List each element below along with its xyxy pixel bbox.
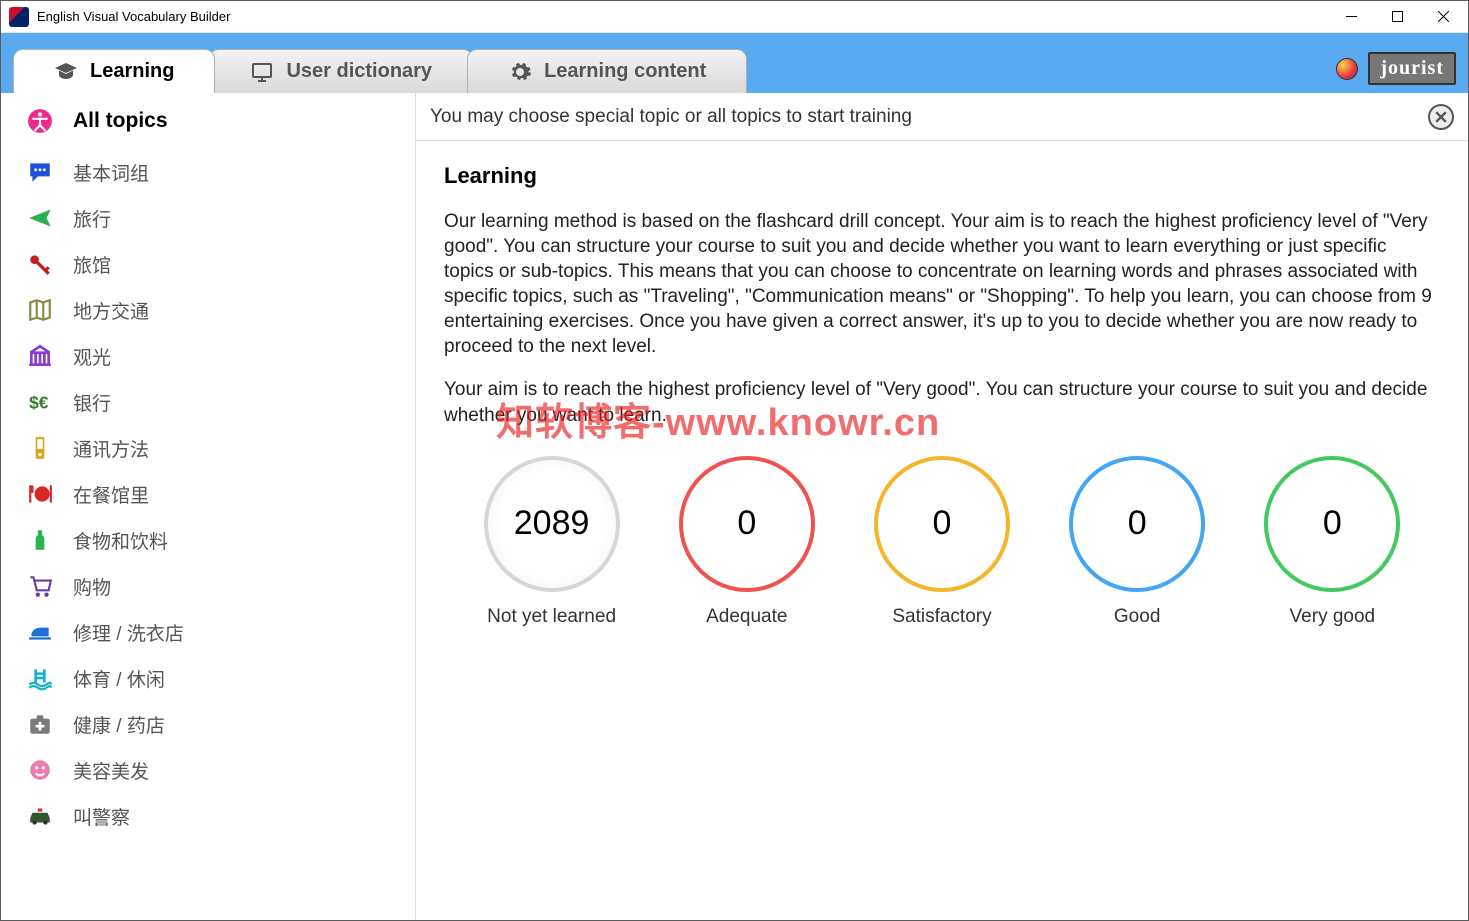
app-icon — [9, 7, 29, 27]
monitor-icon — [250, 60, 274, 84]
minimize-button[interactable] — [1328, 2, 1374, 32]
sidebar-item-label: 修理 / 洗衣店 — [73, 619, 184, 646]
tab-label: Learning content — [544, 60, 706, 83]
brand-badge-icon — [1336, 58, 1358, 80]
topic-sidebar[interactable]: All topics 基本词组旅行旅馆地方交通观光 $€ 银行通讯方法在餐馆里食物和饮… — [1, 93, 416, 920]
sidebar-item-label: 地方交通 — [73, 297, 149, 324]
police-car-icon — [25, 801, 55, 831]
stat-not-yet-learned[interactable]: 2089 Not yet learned — [484, 456, 620, 628]
sidebar-item-label: 美容美发 — [73, 757, 149, 784]
airplane-icon — [25, 203, 55, 233]
stat-adequate[interactable]: 0 Adequate — [679, 456, 815, 628]
sidebar-item-label: 旅馆 — [73, 251, 111, 278]
cutlery-icon — [25, 479, 55, 509]
sidebar-item-6[interactable]: $€ 银行 — [1, 379, 415, 425]
brand-logo[interactable]: jourist — [1368, 52, 1456, 85]
sidebar-item-label: All topics — [73, 109, 168, 133]
stat-label: Not yet learned — [487, 606, 616, 628]
sidebar-item-9[interactable]: 食物和饮料 — [1, 517, 415, 563]
sidebar-item-8[interactable]: 在餐馆里 — [1, 471, 415, 517]
sidebar-item-label: 购物 — [73, 573, 111, 600]
sidebar-item-label: 体育 / 休闲 — [73, 665, 165, 692]
sidebar-item-13[interactable]: 健康 / 药店 — [1, 701, 415, 747]
sidebar-item-3[interactable]: 旅馆 — [1, 241, 415, 287]
brand-area: jourist — [1336, 52, 1456, 93]
stat-value: 0 — [1264, 456, 1400, 592]
stat-label: Adequate — [706, 606, 787, 628]
content-area: Learning Our learning method is based on… — [416, 141, 1468, 650]
sidebar-item-label: 食物和饮料 — [73, 527, 168, 554]
tab-label: User dictionary — [286, 60, 432, 83]
accessibility-icon — [25, 106, 55, 136]
tab-label: Learning — [90, 60, 174, 83]
map-icon — [25, 295, 55, 325]
stat-satisfactory[interactable]: 0 Satisfactory — [874, 456, 1010, 628]
app-window: English Visual Vocabulary Builder Learni… — [0, 0, 1469, 921]
bottle-icon — [25, 525, 55, 555]
phone-icon — [25, 433, 55, 463]
tab-learning-content[interactable]: Learning content — [467, 49, 747, 93]
sidebar-item-label: 在餐馆里 — [73, 481, 149, 508]
stat-label: Good — [1114, 606, 1160, 628]
sidebar-item-7[interactable]: 通讯方法 — [1, 425, 415, 471]
currency-icon: $€ — [25, 387, 55, 417]
svg-text:$€: $€ — [29, 393, 49, 413]
sidebar-item-11[interactable]: 修理 / 洗衣店 — [1, 609, 415, 655]
pool-icon — [25, 663, 55, 693]
cart-icon — [25, 571, 55, 601]
stat-value: 0 — [874, 456, 1010, 592]
iron-icon — [25, 617, 55, 647]
body: All topics 基本词组旅行旅馆地方交通观光 $€ 银行通讯方法在餐馆里食物和饮… — [1, 93, 1468, 920]
sidebar-item-0[interactable]: All topics — [1, 93, 415, 149]
stats-row: 2089 Not yet learned 0 Adequate 0 Satisf… — [444, 456, 1440, 628]
sidebar-item-2[interactable]: 旅行 — [1, 195, 415, 241]
stat-good[interactable]: 0 Good — [1069, 456, 1205, 628]
sidebar-item-label: 基本词组 — [73, 159, 149, 186]
hint-bar: You may choose special topic or all topi… — [416, 93, 1468, 141]
main-panel: You may choose special topic or all topi… — [416, 93, 1468, 920]
stat-very-good[interactable]: 0 Very good — [1264, 456, 1400, 628]
sidebar-item-label: 观光 — [73, 343, 111, 370]
gear-icon — [508, 60, 532, 84]
sidebar-item-label: 通讯方法 — [73, 435, 149, 462]
sidebar-item-10[interactable]: 购物 — [1, 563, 415, 609]
close-button[interactable] — [1420, 2, 1466, 32]
stat-label: Very good — [1290, 606, 1376, 628]
tab-learning[interactable]: Learning — [13, 49, 215, 93]
stat-label: Satisfactory — [892, 606, 991, 628]
sidebar-item-label: 叫警察 — [73, 803, 130, 830]
sidebar-item-4[interactable]: 地方交通 — [1, 287, 415, 333]
stat-value: 0 — [679, 456, 815, 592]
sidebar-item-label: 银行 — [73, 389, 111, 416]
tab-strip: Learning User dictionary Learning conten… — [1, 33, 1468, 93]
speech-bubble-icon — [25, 157, 55, 187]
sidebar-item-14[interactable]: 美容美发 — [1, 747, 415, 793]
tab-user-dictionary[interactable]: User dictionary — [209, 49, 473, 93]
temple-icon — [25, 341, 55, 371]
content-paragraph-2: Your aim is to reach the highest profici… — [444, 377, 1440, 427]
hint-text: You may choose special topic or all topi… — [430, 106, 912, 128]
graduation-cap-icon — [54, 60, 78, 84]
keys-icon — [25, 249, 55, 279]
content-paragraph-1: Our learning method is based on the flas… — [444, 209, 1440, 359]
sidebar-item-label: 健康 / 药店 — [73, 711, 165, 738]
content-heading: Learning — [444, 163, 1440, 189]
sidebar-item-5[interactable]: 观光 — [1, 333, 415, 379]
sidebar-item-12[interactable]: 体育 / 休闲 — [1, 655, 415, 701]
close-hint-button[interactable] — [1428, 104, 1454, 130]
stat-value: 2089 — [484, 456, 620, 592]
window-title: English Visual Vocabulary Builder — [37, 9, 230, 24]
sidebar-item-label: 旅行 — [73, 205, 111, 232]
medkit-icon — [25, 709, 55, 739]
stat-value: 0 — [1069, 456, 1205, 592]
sidebar-item-1[interactable]: 基本词组 — [1, 149, 415, 195]
titlebar: English Visual Vocabulary Builder — [1, 1, 1468, 33]
sidebar-item-15[interactable]: 叫警察 — [1, 793, 415, 839]
face-icon — [25, 755, 55, 785]
maximize-button[interactable] — [1374, 2, 1420, 32]
